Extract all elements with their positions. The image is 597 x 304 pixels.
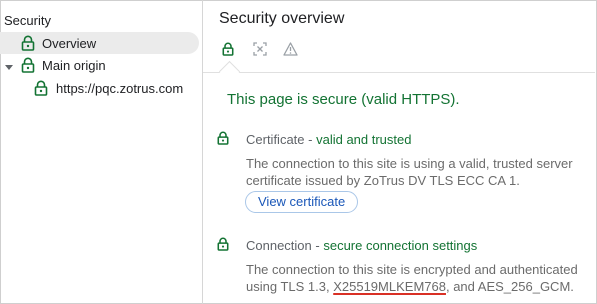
sidebar-root-label: Security (4, 13, 51, 28)
connection-desc-line1: The connection to this site is encrypted… (246, 262, 578, 277)
chevron-down-icon[interactable] (4, 60, 14, 70)
sidebar-item-label: Main origin (42, 57, 106, 73)
lock-icon (34, 80, 48, 96)
lock-icon (21, 35, 35, 51)
separator: - (304, 132, 317, 147)
view-certificate-button[interactable]: View certificate (245, 191, 359, 213)
lock-icon (217, 131, 231, 147)
certificate-scan-icon (253, 41, 267, 61)
connection-description: The connection to this site is encrypted… (246, 261, 596, 295)
security-overview-panel: Security overview This page is secure (v… (203, 0, 595, 304)
warning-triangle-icon (282, 41, 298, 61)
certificate-label: Certificate (246, 132, 305, 147)
tab-divider (203, 72, 595, 73)
connection-label: Connection (246, 238, 312, 253)
connection-desc-prefix: using TLS 1.3, (246, 279, 334, 294)
sidebar-item-label: https://pqc.zotrus.com (56, 80, 184, 96)
certificate-description: The connection to this site is using a v… (246, 156, 573, 188)
tab-lock[interactable] (217, 40, 239, 62)
connection-heading: Connection - secure connection settings (246, 238, 477, 253)
separator: - (311, 238, 324, 253)
tab-warning[interactable] (279, 40, 301, 62)
sidebar-item-overview[interactable]: Overview (0, 32, 199, 54)
lock-icon (222, 42, 234, 61)
connection-desc-suffix: , and AES_256_GCM. (445, 279, 574, 294)
overview-tabs (203, 40, 595, 74)
key-exchange-value: X25519MLKEM768 (333, 279, 446, 294)
tab-certificate[interactable] (249, 40, 271, 62)
sidebar-item-label: Overview (42, 35, 97, 51)
security-sidebar: Security Overview Main origin https://pq… (0, 0, 203, 304)
sidebar-item-origin-url[interactable]: https://pqc.zotrus.com (0, 77, 183, 99)
page-title: Security overview (219, 10, 345, 27)
lock-icon (21, 57, 35, 73)
security-summary: This page is secure (valid HTTPS). (227, 91, 460, 108)
sidebar-item-main-origin[interactable]: Main origin (0, 54, 106, 76)
connection-status: secure connection settings (323, 238, 478, 253)
certificate-status: valid and trusted (316, 132, 412, 147)
lock-icon (217, 237, 231, 253)
certificate-heading: Certificate - valid and trusted (246, 132, 412, 147)
